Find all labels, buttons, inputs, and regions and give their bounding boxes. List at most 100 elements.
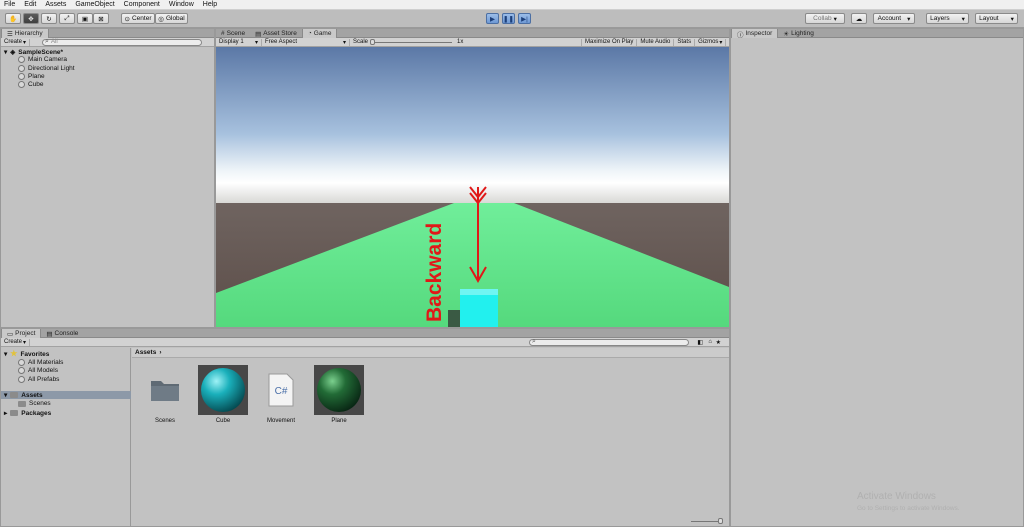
stats-toggle[interactable]: Stats (674, 38, 696, 46)
menu-help[interactable]: Help (203, 1, 217, 8)
move-tool-button[interactable]: ✥ (23, 13, 39, 24)
store-icon: ▤ (255, 30, 262, 38)
create-label: Create (4, 39, 23, 45)
main-toolbar: ✋ ✥ ↻ ⤢ ▣ ⊠ ⊙ Center ◎ Global ▶ ❚❚ ▶| Coll… (0, 10, 1024, 28)
hand-tool-button[interactable]: ✋ (5, 13, 21, 24)
menu-gameobject[interactable]: GameObject (75, 1, 114, 8)
tab-console[interactable]: ▤ Console (41, 329, 83, 338)
asset-plane-material[interactable]: Plane (314, 365, 364, 424)
project-search-input[interactable] (529, 338, 689, 346)
aspect-dropdown[interactable]: Free Aspect ▾ (262, 38, 350, 46)
gameobject-icon (18, 56, 25, 63)
scale-slider-track[interactable] (370, 38, 453, 45)
packages-label: Packages (21, 409, 52, 417)
pause-button[interactable]: ❚❚ (502, 13, 515, 24)
asset-cube-material[interactable]: Cube (198, 365, 248, 424)
account-label: Account (877, 15, 902, 22)
scene-root[interactable]: ▾ ◈ SampleScene* (4, 48, 64, 57)
play-button[interactable]: ▶ (486, 13, 499, 24)
transform-tool-button[interactable]: ⊠ (93, 13, 109, 24)
maximize-label: Maximize On Play (585, 39, 634, 45)
assets-node[interactable]: ▾ Assets (1, 391, 131, 399)
breadcrumb-assets[interactable]: Assets (135, 349, 156, 356)
rotate-tool-button[interactable]: ↻ (41, 13, 57, 24)
tab-lighting[interactable]: ☀ Lighting (778, 29, 819, 38)
hierarchy-create-button[interactable]: Create ▾ (1, 38, 31, 46)
scale-slider-thumb[interactable] (370, 38, 376, 45)
project-create-button[interactable]: Create ▾ (1, 338, 31, 346)
menu-assets[interactable]: Assets (45, 1, 66, 8)
tab-asset-store[interactable]: ▤ Asset Store (250, 29, 302, 38)
filter-type-icon[interactable]: ◧ (697, 339, 703, 346)
green-sphere-icon (317, 368, 361, 412)
folder-icon (151, 381, 179, 401)
info-icon: ⓘ (737, 31, 744, 39)
assets-child-scenes[interactable]: Scenes (18, 400, 51, 407)
asset-movement-script[interactable]: C# Movement (256, 365, 306, 424)
tab-project[interactable]: ▭ Project (1, 329, 42, 338)
grid-icon: # (221, 30, 225, 37)
favorite-all-materials[interactable]: All Materials (18, 359, 63, 366)
search-icon (18, 359, 25, 366)
gameobject-icon (18, 73, 25, 80)
layout-dropdown[interactable]: Layout ▾ (975, 13, 1018, 24)
hierarchy-item-plane[interactable]: Plane (18, 73, 45, 80)
favorite-all-prefabs[interactable]: All Prefabs (18, 376, 59, 383)
gizmos-label: Gizmos (698, 39, 719, 45)
tab-scene-label: Scene (226, 30, 246, 37)
hierarchy-item-cube[interactable]: Cube (18, 81, 44, 88)
account-dropdown[interactable]: Account ▾ (873, 13, 915, 24)
display-dropdown[interactable]: Display 1 ▾ (216, 38, 262, 46)
menu-window[interactable]: Window (169, 1, 194, 8)
pause-icon: ❚❚ (503, 15, 514, 23)
step-button[interactable]: ▶| (518, 13, 531, 24)
game-view[interactable]: Backward (216, 47, 729, 327)
gizmos-dropdown[interactable]: Gizmos ▾ (695, 38, 727, 46)
pacman-icon: ◔ (307, 30, 312, 37)
hierarchy-search-input[interactable]: All (42, 38, 203, 46)
tab-console-label: Console (54, 330, 79, 337)
hierarchy-item-directional-light[interactable]: Directional Light (18, 65, 75, 72)
scale-control: Scale 1x (350, 38, 582, 46)
filter-label-icon[interactable]: ⌂ (708, 339, 712, 345)
watermark-title: Activate Windows (857, 491, 936, 502)
favorite-label: All Models (28, 367, 58, 374)
favorite-all-models[interactable]: All Models (18, 367, 58, 374)
svg-text:C#: C# (275, 386, 288, 397)
menu-component[interactable]: Component (124, 1, 160, 8)
tab-hierarchy[interactable]: ☰ Hierarchy (1, 29, 49, 38)
tab-game-label: Game (313, 30, 332, 37)
menu-edit[interactable]: Edit (24, 1, 36, 8)
menu-file[interactable]: File (4, 1, 15, 8)
pivot-icon: ⊙ (124, 15, 130, 23)
cloud-button[interactable]: ☁ (851, 13, 867, 24)
breadcrumb: Assets › (132, 348, 729, 358)
csharp-script-icon: C# (268, 373, 294, 407)
thumbnail-size-slider[interactable] (691, 518, 723, 524)
favorite-icon[interactable]: ★ (716, 339, 721, 346)
layers-dropdown[interactable]: Layers ▾ (926, 13, 969, 24)
material-thumbnail (314, 365, 364, 415)
rect-tool-button[interactable]: ▣ (77, 13, 93, 24)
folder-icon (10, 410, 19, 416)
dropdown-icon: ▾ (254, 39, 258, 46)
rotate-icon: ↻ (46, 15, 52, 23)
packages-node[interactable]: ▸ Packages (4, 409, 52, 418)
favorites-node[interactable]: ▾ ★ Favorites (4, 350, 49, 359)
hierarchy-icon: ☰ (7, 30, 13, 38)
thumbnail-size-thumb[interactable] (718, 518, 723, 524)
pivot-center-button[interactable]: ⊙ Center (121, 13, 155, 24)
hierarchy-item-main-camera[interactable]: Main Camera (18, 56, 67, 63)
dropdown-icon: ▾ (719, 39, 723, 46)
tab-inspector[interactable]: ⓘ Inspector (731, 29, 779, 39)
tab-game[interactable]: ◔ Game (301, 29, 338, 38)
asset-scenes-folder[interactable]: Scenes (140, 365, 190, 424)
space-global-button[interactable]: ◎ Global (155, 13, 188, 24)
scene-name: SampleScene* (18, 48, 64, 56)
maximize-on-play-toggle[interactable]: Maximize On Play (582, 38, 638, 46)
collab-button[interactable]: Collab ▾ (805, 13, 845, 24)
favorite-label: All Prefabs (28, 376, 60, 383)
mute-audio-toggle[interactable]: Mute Audio (637, 38, 675, 46)
tab-scene[interactable]: # Scene (216, 29, 250, 38)
scale-tool-button[interactable]: ⤢ (59, 13, 75, 24)
